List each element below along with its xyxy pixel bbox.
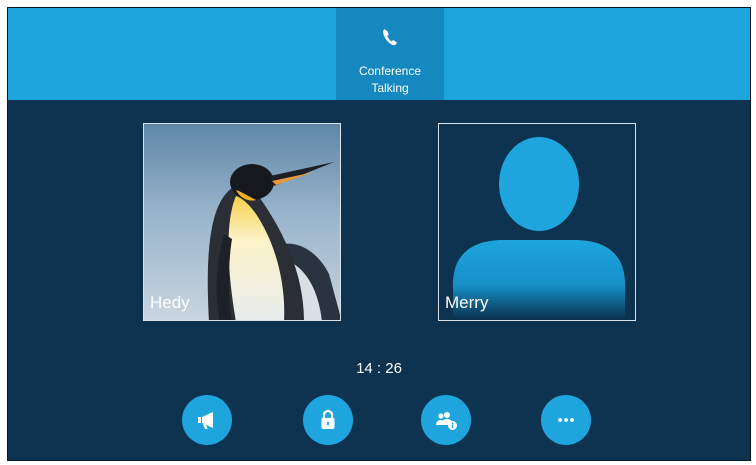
more-button[interactable] xyxy=(541,395,591,445)
lock-button[interactable] xyxy=(303,395,353,445)
call-duration: 14 : 26 xyxy=(356,360,402,377)
manage-participants-icon xyxy=(436,412,457,430)
conference-screen: Conference Talking Hedy Merry 14: 26 xyxy=(7,7,751,461)
top-status-bar: Conference Talking xyxy=(8,8,750,100)
call-status-tab[interactable]: Conference Talking xyxy=(336,8,444,100)
megaphone-icon xyxy=(198,412,213,429)
penguin-photo xyxy=(144,124,340,320)
default-contact-silhouette xyxy=(439,124,635,320)
broadcast-button[interactable] xyxy=(182,395,232,445)
participant-card-hedy[interactable]: Hedy xyxy=(143,123,341,321)
manage-participants-button[interactable] xyxy=(421,395,471,445)
call-type-label: Conference xyxy=(358,64,422,78)
phone-icon xyxy=(383,29,397,46)
participant-name: Hedy xyxy=(150,293,190,312)
participant-name: Merry xyxy=(445,293,489,312)
more-icon xyxy=(558,418,574,422)
call-state-label: Talking xyxy=(371,81,409,95)
lock-icon xyxy=(321,409,335,429)
participant-card-merry[interactable]: Merry xyxy=(438,123,636,321)
